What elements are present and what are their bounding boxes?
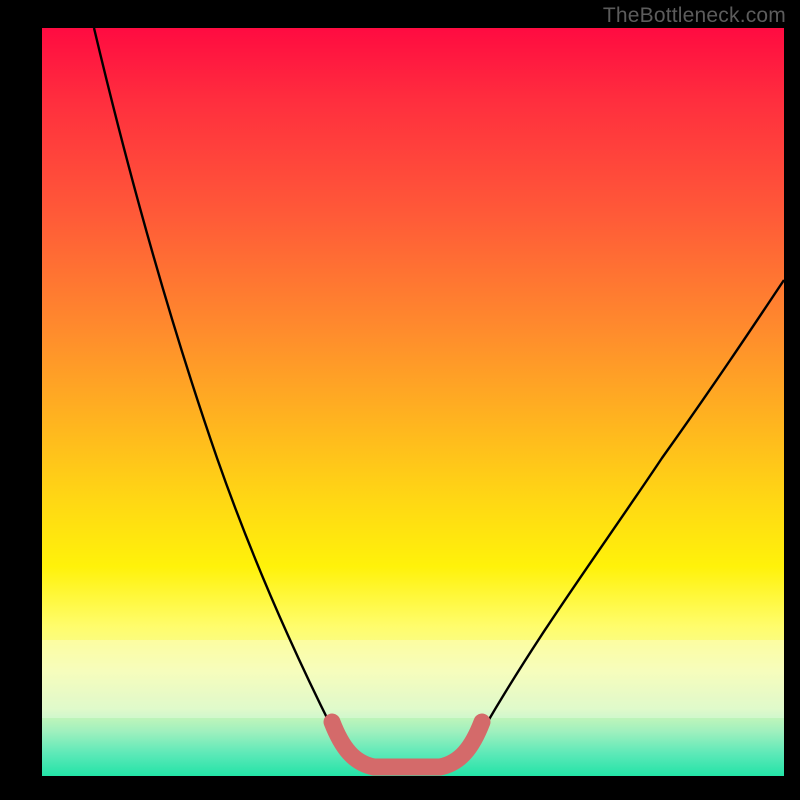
- chart-frame: TheBottleneck.com: [0, 0, 800, 800]
- plot-area: [42, 28, 784, 776]
- chart-svg: [42, 28, 784, 776]
- watermark-text: TheBottleneck.com: [603, 4, 786, 28]
- bottleneck-curve: [94, 28, 784, 768]
- optimal-zone-marker: [332, 722, 482, 767]
